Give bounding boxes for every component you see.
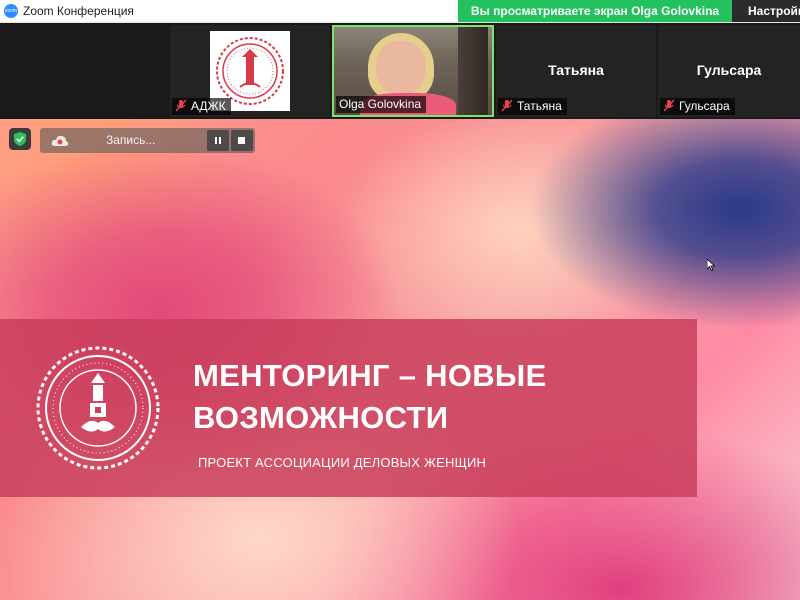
mouse-cursor-icon <box>707 259 715 271</box>
slide-title-line-2: ВОЗМОЖНОСТИ <box>193 400 449 435</box>
video-background-curtain <box>458 27 488 115</box>
participant-name: АДЖК <box>191 99 226 113</box>
participant-name: Гульсара <box>679 99 730 113</box>
view-options-button[interactable]: Настройки <box>732 0 800 22</box>
participant-name: Olga Golovkina <box>339 97 422 111</box>
participant-big-name: Татьяна <box>548 62 604 78</box>
participant-nameplate: Татьяна <box>498 98 567 115</box>
participant-nameplate: Olga Golovkina <box>336 96 427 113</box>
security-button[interactable] <box>9 128 31 150</box>
stop-recording-button[interactable] <box>231 130 253 151</box>
association-seal-icon <box>36 346 160 470</box>
window-title-bar: zoom Zoom Конференция Вы просматриваете … <box>0 0 800 23</box>
slide-title-banner: МЕНТОРИНГ – НОВЫЕ ВОЗМОЖНОСТИ ПРОЕКТ АСС… <box>0 319 697 497</box>
participant-nameplate: АДЖК <box>172 98 231 115</box>
pause-recording-button[interactable] <box>207 130 229 151</box>
video-person-face <box>376 41 426 95</box>
muted-mic-icon <box>663 99 675 112</box>
participant-tile[interactable]: Татьяна Татьяна <box>496 25 656 117</box>
zoom-app-icon: zoom <box>4 4 18 18</box>
participant-tile-active-speaker[interactable]: Olga Golovkina <box>332 25 494 117</box>
window-title: Zoom Конференция <box>23 4 134 18</box>
muted-mic-icon <box>501 99 513 112</box>
shared-screen: Запись... МЕНТОРИНГ – НОВЫЕ ВОЗМОЖНОСТИ … <box>0 119 800 600</box>
slide-title: МЕНТОРИНГ – НОВЫЕ ВОЗМОЖНОСТИ <box>193 355 547 439</box>
screen-share-banner: Вы просматриваете экран Olga Golovkina <box>458 0 732 22</box>
participant-tile[interactable]: АДЖК <box>170 25 330 117</box>
cloud-record-icon <box>51 135 69 146</box>
recording-label: Запись... <box>106 133 156 147</box>
slide-subtitle: ПРОЕКТ АССОЦИАЦИИ ДЕЛОВЫХ ЖЕНЩИН <box>198 455 487 470</box>
participant-name: Татьяна <box>517 99 562 113</box>
participant-tile[interactable]: Гульсара Гульсара <box>658 25 800 117</box>
recording-indicator: Запись... <box>40 128 255 153</box>
participants-strip: АДЖК Olga Golovkina Татьяна Татьяна Гуль… <box>0 23 800 119</box>
muted-mic-icon <box>175 99 187 112</box>
shield-check-icon <box>14 132 26 146</box>
participant-nameplate: Гульсара <box>660 98 735 115</box>
participant-big-name: Гульсара <box>696 62 762 78</box>
slide-title-line-1: МЕНТОРИНГ – НОВЫЕ <box>193 358 547 393</box>
